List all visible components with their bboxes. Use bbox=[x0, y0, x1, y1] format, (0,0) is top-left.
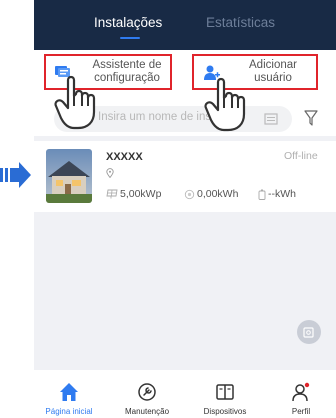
plant-thumbnail bbox=[46, 149, 92, 203]
top-tab-bar: Instalações Estatísticas bbox=[34, 0, 336, 50]
floating-action-button[interactable] bbox=[297, 320, 321, 344]
pointer-arrow-icon bbox=[0, 162, 31, 188]
nav-maintenance-label: Manutenção bbox=[124, 407, 170, 416]
plant-card[interactable]: XXXXX Off-line 5,00kWp 0,00kWh --kWh bbox=[34, 141, 336, 212]
devices-icon bbox=[216, 384, 234, 400]
energy-value: 0,00kWh bbox=[197, 188, 239, 200]
search-placeholder: Insira um nome de ins bbox=[98, 111, 212, 123]
sun-energy-icon bbox=[184, 189, 195, 199]
capacity-stat: 5,00kWp bbox=[106, 188, 161, 200]
profile-icon bbox=[292, 382, 310, 402]
nav-profile-label: Perfil bbox=[291, 407, 311, 416]
floating-action-icon bbox=[303, 327, 314, 338]
location-pin-icon bbox=[106, 168, 114, 178]
yield-stat: --kWh bbox=[258, 188, 296, 200]
app-screen: Instalações Estatísticas Assistente de c… bbox=[34, 0, 336, 418]
tab-estatisticas[interactable]: Estatísticas bbox=[206, 15, 275, 30]
tap-hand-icon bbox=[54, 75, 96, 130]
active-tab-indicator bbox=[120, 37, 140, 39]
plant-name: XXXXX bbox=[106, 151, 143, 163]
tab-instalacoes[interactable]: Instalações bbox=[94, 15, 162, 30]
home-icon bbox=[60, 383, 78, 401]
filter-icon[interactable] bbox=[304, 110, 318, 126]
bottom-navigation: Página inicial Manutenção Dispositivos P… bbox=[34, 370, 336, 418]
energy-stat: 0,00kWh bbox=[184, 188, 238, 200]
solar-panel-icon bbox=[106, 189, 118, 199]
nav-devices-label: Dispositivos bbox=[203, 407, 247, 416]
yield-value: --kWh bbox=[268, 188, 296, 200]
capacity-value: 5,00kWp bbox=[120, 188, 162, 200]
tap-hand-icon bbox=[204, 77, 246, 132]
house-photo-icon bbox=[46, 149, 92, 203]
nav-home-label: Página inicial bbox=[45, 407, 93, 416]
plant-status: Off-line bbox=[284, 150, 318, 162]
scan-icon[interactable] bbox=[264, 113, 278, 125]
maintenance-icon bbox=[138, 383, 156, 401]
battery-icon bbox=[258, 189, 266, 200]
